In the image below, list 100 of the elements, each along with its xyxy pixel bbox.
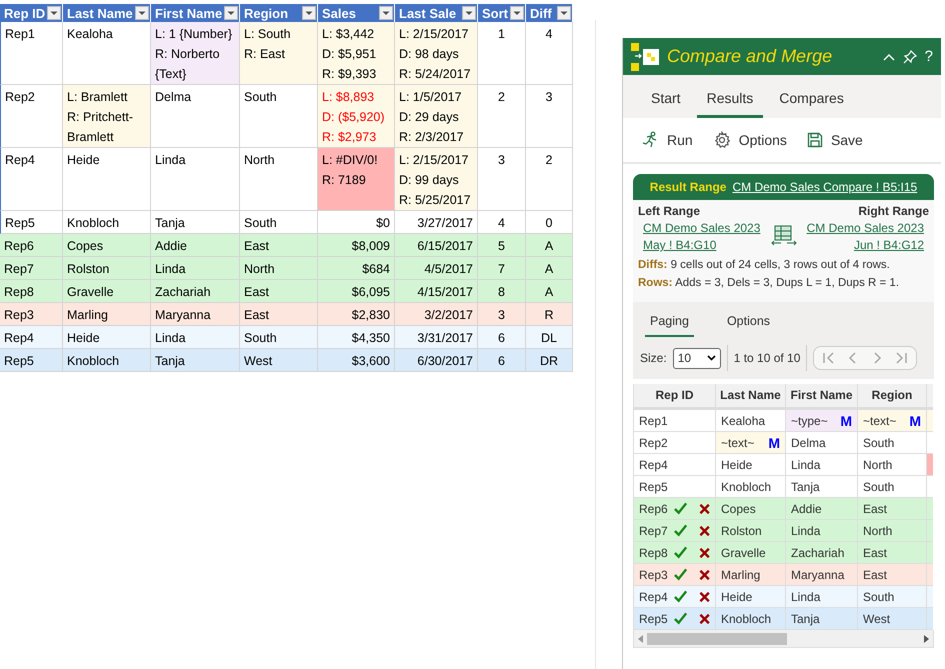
table-cell: North (240, 257, 318, 280)
right-range-link[interactable]: CM Demo Sales 2023 (802, 221, 929, 235)
right-range-link[interactable]: Jun ! B4:G12 (848, 238, 929, 252)
grid-cell: Addie (786, 498, 858, 520)
filter-dropdown-icon[interactable] (47, 6, 61, 20)
accept-check-icon[interactable] (674, 524, 687, 537)
grid-cell: Rep8 (634, 542, 716, 564)
column-header[interactable]: First Name (151, 4, 240, 22)
grid-cell: Knobloch (716, 608, 786, 630)
chevron-down-icon[interactable] (706, 355, 716, 361)
accept-check-icon[interactable] (674, 502, 687, 515)
left-range-link[interactable]: May ! B4:G10 (638, 238, 766, 252)
table-cell: L: 2/15/2017 D: 98 days R: 5/24/2017 (395, 22, 478, 85)
accept-check-icon[interactable] (674, 546, 687, 559)
filter-dropdown-icon[interactable] (224, 6, 238, 20)
toolbar-button[interactable]: Save (806, 132, 863, 148)
filter-dropdown-icon[interactable] (557, 6, 571, 20)
grid-cell: North (858, 520, 927, 542)
table-cell: Kealoha (63, 22, 151, 85)
toolbar-button[interactable]: Options (712, 131, 787, 149)
filter-dropdown-icon[interactable] (379, 6, 393, 20)
column-header[interactable]: Rep ID (0, 4, 63, 22)
filter-dropdown-icon[interactable] (302, 6, 316, 20)
table-cell: 3/2/2017 (395, 303, 478, 326)
table-cell: 4/5/2017 (395, 257, 478, 280)
table-cell: Rep4 (0, 148, 63, 211)
table-cell: Linda (151, 326, 240, 349)
modified-marker: M (909, 412, 921, 428)
column-header[interactable]: First Name (786, 384, 858, 410)
reject-x-icon[interactable] (698, 590, 710, 602)
table-cell: Addie (151, 234, 240, 257)
column-header[interactable]: Last Sale (395, 4, 478, 22)
table-cell: West (240, 349, 318, 372)
accept-check-icon[interactable] (674, 568, 687, 581)
table-cell: Tanja (151, 349, 240, 372)
table-cell: Linda (151, 148, 240, 211)
column-header[interactable]: Sales (318, 4, 395, 22)
column-header[interactable]: Diff (526, 4, 573, 22)
collapse-chevron-icon[interactable] (882, 52, 895, 60)
tab[interactable]: Start (641, 90, 691, 118)
filter-dropdown-icon[interactable] (510, 6, 524, 20)
table-cell: Knobloch (63, 349, 151, 372)
grid-cell: Rep4 (634, 586, 716, 608)
reject-x-icon[interactable] (698, 524, 710, 536)
grid-cell: Heide (716, 454, 786, 476)
tab[interactable]: Compares (769, 90, 854, 118)
table-cell: Rep6 (0, 234, 63, 257)
help-button[interactable]: ? (924, 48, 933, 65)
grid-cell: Linda (786, 520, 858, 542)
table-cell: Rep7 (0, 257, 63, 280)
tab[interactable]: Options (722, 314, 776, 337)
table-cell: 4 (478, 211, 526, 234)
table-cell: 2 (526, 148, 573, 211)
table-cell: East (240, 303, 318, 326)
grid-cell: Copes (716, 498, 786, 520)
diffs-summary: Diffs: 9 cells out of 24 cells, 3 rows out of 4 rows. (637, 258, 891, 273)
accept-check-icon[interactable] (674, 612, 687, 625)
table-cell: South (240, 211, 318, 234)
table-cell: L: $3,442 D: $5,951 R: $9,393 (318, 22, 395, 85)
reject-x-icon[interactable] (698, 612, 710, 624)
toolbar-button[interactable]: Run (641, 131, 693, 149)
pin-icon[interactable] (902, 50, 917, 64)
column-header[interactable]: Last Name (716, 384, 786, 410)
table-cell: 4/15/2017 (395, 280, 478, 303)
table-cell: $8,009 (318, 234, 395, 257)
tab[interactable]: Paging (645, 314, 694, 337)
table-cell: East (240, 234, 318, 257)
grid-cell: Rep5 (634, 608, 716, 630)
runner-icon (641, 131, 659, 149)
table-cell: $3,600 (318, 349, 395, 372)
table-cell: $0 (318, 211, 395, 234)
filter-dropdown-icon[interactable] (462, 6, 476, 20)
table-cell: $2,830 (318, 303, 395, 326)
table-cell: DR (526, 349, 573, 372)
table-cell: 3/31/2017 (395, 326, 478, 349)
table-cell: Gravelle (63, 280, 151, 303)
reject-x-icon[interactable] (698, 546, 710, 558)
result-range-link[interactable]: CM Demo Sales Compare ! B5:I15 (732, 180, 918, 194)
column-header[interactable]: Rep ID (634, 384, 716, 410)
column-header[interactable]: Region (858, 384, 927, 410)
column-header[interactable]: Sort (478, 4, 526, 22)
accept-check-icon[interactable] (674, 590, 687, 603)
grid-cell: Rep6 (634, 498, 716, 520)
scroll-right-icon[interactable] (924, 634, 929, 642)
grid-cell: East (858, 498, 927, 520)
horizontal-scrollbar[interactable] (633, 630, 934, 648)
reject-x-icon[interactable] (698, 502, 710, 514)
grid-cell: Rep1 (634, 410, 716, 432)
table-cell: 6 (478, 326, 526, 349)
swap-ranges-icon[interactable] (770, 224, 796, 246)
left-range-link[interactable]: CM Demo Sales 2023 (638, 221, 766, 235)
grid-cell: Rep4 (634, 454, 716, 476)
table-cell: Heide (63, 326, 151, 349)
tab[interactable]: Results (696, 90, 764, 118)
reject-x-icon[interactable] (698, 568, 710, 580)
table-cell: Rep4 (0, 326, 63, 349)
column-header[interactable]: Region (240, 4, 318, 22)
grid-cell: Rep3 (634, 564, 716, 586)
column-header[interactable]: Last Name (63, 4, 151, 22)
filter-dropdown-icon[interactable] (135, 6, 149, 20)
